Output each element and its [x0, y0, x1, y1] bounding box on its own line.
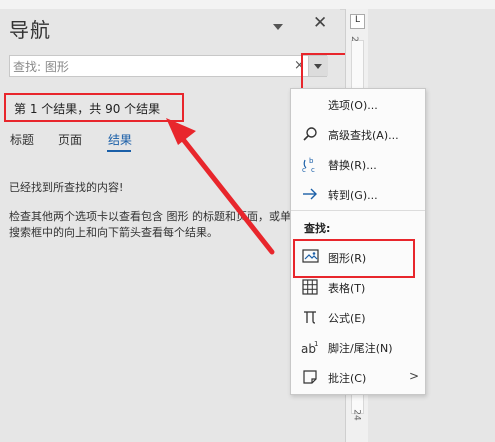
comment-icon [301, 369, 319, 387]
menu-item-find-table[interactable]: 表格(T) [291, 275, 425, 301]
menu-item-goto[interactable]: 转到(G)... [291, 182, 425, 208]
pane-options-dropdown-icon[interactable] [273, 24, 283, 30]
menu-item-find-comment[interactable]: 批注(C) > [291, 365, 425, 391]
search-box[interactable]: × [9, 55, 328, 77]
ruler-number-top: 2 [348, 36, 359, 42]
arrow-right-icon [301, 186, 319, 204]
menu-item-find-equation[interactable]: 公式(E) [291, 305, 425, 331]
tab-results[interactable]: 结果 [108, 131, 132, 148]
find-section-header: 查找: [304, 222, 331, 235]
svg-text:b: b [309, 157, 314, 165]
menu-item-label: 公式(E) [328, 312, 366, 325]
pane-title: 导航 [9, 18, 51, 42]
menu-item-find-footnote[interactable]: ab 1 脚注/尾注(N) [291, 335, 425, 361]
annotation-box-search-options [301, 53, 347, 91]
menu-item-label: 表格(T) [328, 282, 366, 295]
annotation-box-result-summary [4, 93, 184, 122]
search-icon [301, 126, 319, 144]
menu-item-options[interactable]: 选项(O)... [291, 92, 425, 118]
tab-selector[interactable]: L [350, 14, 365, 29]
footnote-icon: ab 1 [301, 339, 319, 357]
table-icon [301, 279, 319, 297]
menu-item-label: 选项(O)... [328, 99, 378, 112]
search-done-message: 已经找到所查找的内容! [9, 181, 124, 194]
replace-icon: bcc [301, 156, 319, 174]
submenu-arrow-icon: > [409, 369, 420, 383]
tab-headings[interactable]: 标题 [10, 131, 34, 148]
search-input[interactable] [13, 58, 288, 74]
menu-item-label: 转到(G)... [328, 189, 378, 202]
ruler-number-bottom: 24 [351, 409, 362, 421]
menu-item-advanced-find[interactable]: 高级查找(A)... [291, 122, 425, 148]
search-hint-message: 检查其他两个选项卡以查看包含 图形 的标题和页面，或单击搜索框中的向上和向下箭头… [9, 210, 302, 239]
active-tab-indicator [107, 150, 131, 152]
menu-item-label: 脚注/尾注(N) [328, 342, 393, 355]
svg-text:1: 1 [314, 340, 318, 348]
tab-pages[interactable]: 页面 [58, 131, 82, 148]
menu-item-label: 批注(C) [328, 372, 367, 385]
menu-item-label: 高级查找(A)... [328, 129, 399, 142]
svg-text:c: c [311, 166, 315, 174]
menu-item-label: 替换(R)... [328, 159, 377, 172]
annotation-box-find-graphic [293, 239, 415, 278]
equation-icon [301, 309, 319, 327]
close-icon[interactable]: ✕ [313, 13, 327, 33]
menu-item-replace[interactable]: bcc 替换(R)... [291, 152, 425, 178]
menu-separator [291, 210, 425, 211]
